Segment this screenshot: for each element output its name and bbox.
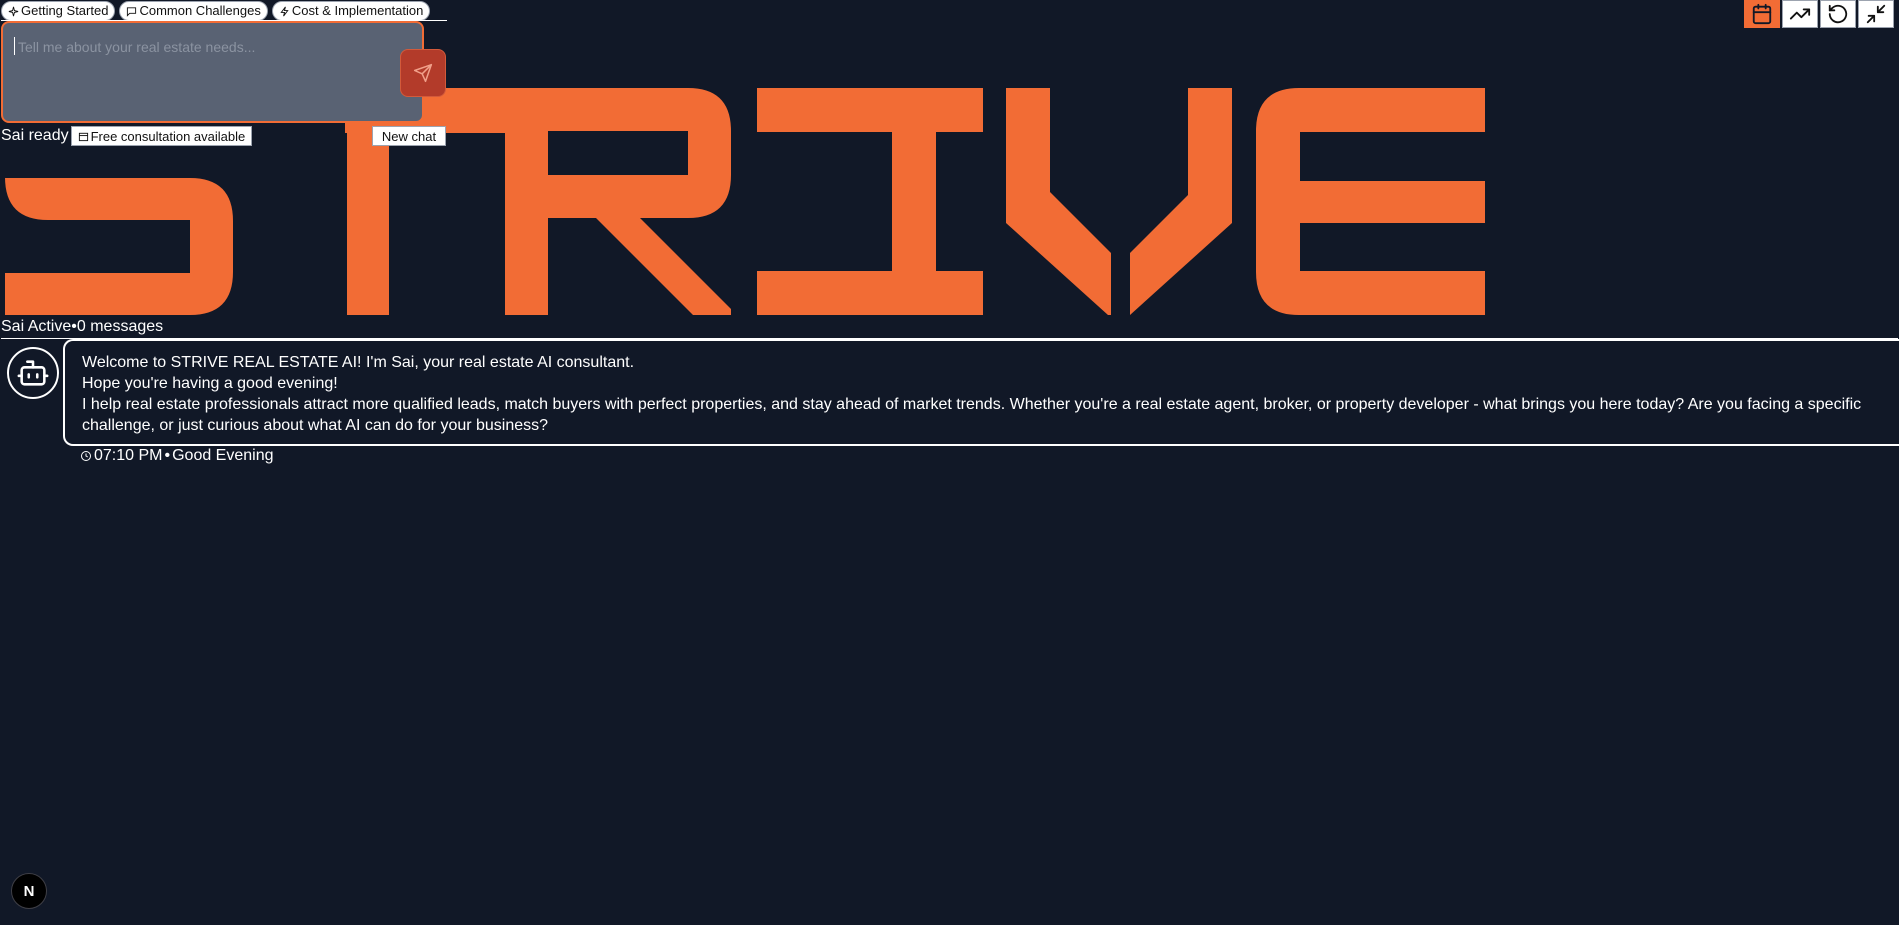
message-line: Hope you're having a good evening! [82, 375, 338, 392]
greeting: Good Evening [172, 447, 274, 464]
message-input[interactable] [16, 35, 400, 59]
minimize-icon [1866, 4, 1886, 24]
message-line: Welcome to STRIVE REAL ESTATE AI! I'm Sa… [82, 354, 635, 371]
text-caret [14, 37, 15, 55]
chip-label: Common Challenges [139, 3, 261, 18]
top-toolbar [1744, 0, 1894, 28]
assistant-message: Welcome to STRIVE REAL ESTATE AI! I'm Sa… [63, 339, 1899, 446]
status-row: Sai ready Free consultation available [1, 126, 253, 146]
chip-getting-started[interactable]: Getting Started [1, 1, 116, 21]
chat-bubble-icon [127, 6, 137, 17]
send-icon [413, 63, 433, 83]
reset-button[interactable] [1820, 0, 1856, 28]
sparkle-icon [8, 6, 19, 16]
quick-start-chips: Getting Started Common Challenges Cost &… [1, 1, 431, 21]
ready-status: Sai ready [1, 127, 69, 144]
refresh-icon [1828, 4, 1848, 24]
assistant-avatar [7, 347, 59, 399]
separator-dot: • [164, 447, 171, 464]
calendar-icon [1752, 3, 1772, 25]
free-consultation-button[interactable]: Free consultation available [70, 126, 253, 146]
new-chat-button[interactable]: New chat [372, 126, 446, 146]
message-composer [1, 21, 424, 123]
message-time: 07:10 PM [94, 447, 163, 464]
trending-up-icon [1789, 8, 1811, 20]
message-timestamp: 07:10 PM • Good Evening [80, 447, 274, 465]
chip-label: Getting Started [21, 3, 109, 18]
clock-icon [81, 451, 91, 461]
calendar-icon [78, 132, 88, 141]
chip-label: Cost & Implementation [291, 3, 424, 18]
minimize-button[interactable] [1858, 0, 1894, 28]
chip-cost-implementation[interactable]: Cost & Implementation [271, 1, 431, 21]
chip-common-challenges[interactable]: Common Challenges [119, 1, 268, 21]
robot-icon [17, 360, 49, 386]
calendar-button[interactable] [1744, 0, 1780, 28]
message-count: 0 messages [76, 318, 164, 335]
lightning-icon [280, 6, 289, 16]
message-line: I help real estate professionals attract… [82, 396, 1862, 434]
consultation-label: Free consultation available [90, 128, 246, 144]
trends-button[interactable] [1782, 0, 1818, 28]
send-button[interactable] [400, 49, 446, 97]
activity-status: Sai Active • 0 messages [1, 318, 163, 336]
assistant-status: Sai Active [1, 318, 72, 335]
dev-badge[interactable]: N [11, 873, 47, 909]
